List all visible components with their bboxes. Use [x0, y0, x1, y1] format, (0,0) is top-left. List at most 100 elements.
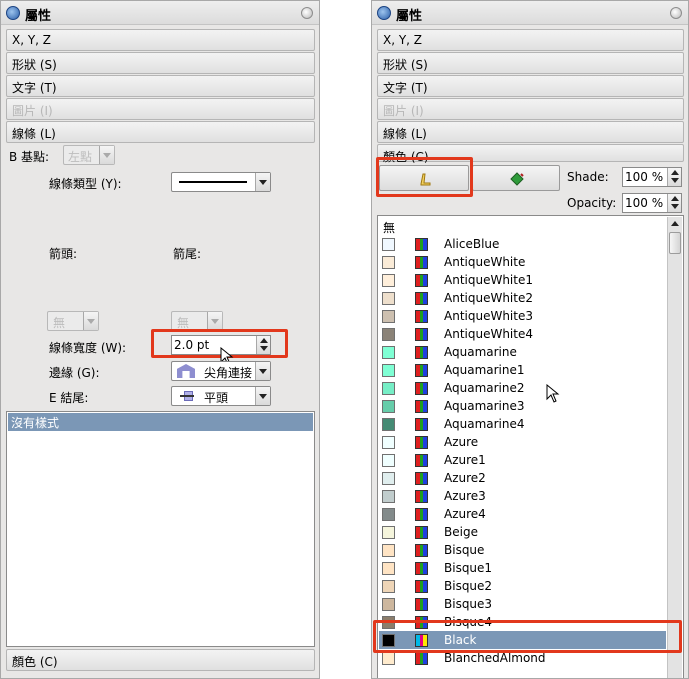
line-color-button[interactable]: [379, 165, 469, 191]
color-swatch: [382, 436, 395, 449]
end-select[interactable]: 平頭: [171, 386, 271, 406]
rgb-model-icon: [415, 328, 428, 341]
pen-icon: [420, 173, 431, 186]
color-swatch: [382, 490, 395, 503]
color-swatch: [382, 616, 395, 629]
arrow-end-select: 無: [171, 311, 223, 331]
color-list-item[interactable]: Azure: [379, 433, 666, 451]
color-swatch: [382, 238, 395, 251]
color-swatch: [382, 580, 395, 593]
color-list-item[interactable]: Aquamarine4: [379, 415, 666, 433]
properties-panel-color: 屬性 X, Y, Z 形狀 (S) 文字 (T) 圖片 (I) 線條 (L) 顏…: [371, 0, 689, 679]
rgb-model-icon: [415, 508, 428, 521]
color-list-item[interactable]: Azure3: [379, 487, 666, 505]
section-text-button[interactable]: 文字 (T): [377, 75, 684, 97]
panel-title: 屬性: [25, 9, 52, 24]
color-name: Beige: [444, 525, 478, 539]
app-logo-icon: [377, 6, 391, 20]
color-list-item[interactable]: Bisque3: [379, 595, 666, 613]
color-list-item[interactable]: Azure2: [379, 469, 666, 487]
section-xyz-button[interactable]: X, Y, Z: [377, 29, 684, 51]
close-icon[interactable]: [301, 7, 313, 19]
section-text-button[interactable]: 文字 (T): [6, 75, 315, 97]
color-swatch: [382, 256, 395, 269]
color-name: Bisque2: [444, 579, 493, 593]
section-shape-button[interactable]: 形狀 (S): [377, 52, 684, 74]
color-none-item[interactable]: 無: [383, 219, 395, 236]
color-list[interactable]: 無 AliceBlue AntiqueWhite AntiqueWhite1 Anti…: [377, 215, 684, 678]
color-name: AliceBlue: [444, 237, 500, 251]
rgb-model-icon: [415, 256, 428, 269]
color-swatch: [382, 562, 395, 575]
color-swatch: [382, 454, 395, 467]
color-list-item[interactable]: Aquamarine: [379, 343, 666, 361]
section-color-button[interactable]: 顏色 (C): [6, 649, 315, 671]
color-list-item[interactable]: AntiqueWhite: [379, 253, 666, 271]
color-swatch: [382, 382, 395, 395]
color-list-item[interactable]: Bisque: [379, 541, 666, 559]
fill-color-button[interactable]: [472, 165, 560, 191]
rgb-model-icon: [415, 382, 428, 395]
color-name: Azure2: [444, 471, 486, 485]
section-color-button[interactable]: 顏色 (C): [377, 144, 684, 164]
rgb-model-icon: [415, 346, 428, 359]
rgb-model-icon: [415, 436, 428, 449]
color-list-item[interactable]: Bisque1: [379, 559, 666, 577]
color-list-item[interactable]: Azure4: [379, 505, 666, 523]
properties-panel-line: 屬性 X, Y, Z 形狀 (S) 文字 (T) 圖片 (I) 線條 (L) B…: [0, 0, 320, 679]
section-line-button[interactable]: 線條 (L): [377, 121, 684, 143]
spin-arrows-icon[interactable]: [256, 336, 270, 354]
close-icon[interactable]: [670, 7, 682, 19]
color-name: Aquamarine1: [444, 363, 525, 377]
section-shape-button[interactable]: 形狀 (S): [6, 52, 315, 74]
color-list-scrollbar[interactable]: [667, 217, 682, 678]
color-name: AntiqueWhite3: [444, 309, 533, 323]
color-name: Bisque3: [444, 597, 493, 611]
edge-select[interactable]: 尖角連接: [171, 361, 271, 381]
color-list-item[interactable]: AliceBlue: [379, 235, 666, 253]
color-list-item[interactable]: AntiqueWhite2: [379, 289, 666, 307]
edge-label: 邊緣 (G):: [49, 366, 100, 380]
color-list-item[interactable]: Black: [379, 631, 666, 649]
color-name: Aquamarine: [444, 345, 517, 359]
spin-arrows-icon[interactable]: [667, 168, 681, 186]
color-name: Azure4: [444, 507, 486, 521]
color-swatch: [382, 292, 395, 305]
color-name: Bisque4: [444, 615, 493, 629]
scroll-up-icon[interactable]: [668, 217, 682, 231]
rgb-model-icon: [415, 652, 428, 665]
line-type-select[interactable]: [171, 172, 271, 192]
shade-spinbox[interactable]: 100 %: [622, 167, 682, 187]
color-name: AntiqueWhite1: [444, 273, 533, 287]
list-item[interactable]: 沒有樣式: [8, 413, 313, 431]
spin-arrows-icon[interactable]: [667, 194, 681, 212]
color-list-item[interactable]: Aquamarine2: [379, 379, 666, 397]
color-list-item[interactable]: Bisque4: [379, 613, 666, 631]
opacity-spinbox[interactable]: 100 %: [622, 193, 682, 213]
scroll-thumb[interactable]: [669, 232, 681, 254]
panel-title: 屬性: [396, 9, 423, 24]
color-list-item[interactable]: BlanchedAlmond: [379, 649, 666, 667]
opacity-label: Opacity:: [567, 196, 617, 210]
chevron-down-icon: [255, 173, 270, 191]
section-xyz-button[interactable]: X, Y, Z: [6, 29, 315, 51]
color-list-item[interactable]: AntiqueWhite4: [379, 325, 666, 343]
color-list-item[interactable]: Beige: [379, 523, 666, 541]
color-list-item[interactable]: Bisque2: [379, 577, 666, 595]
color-list-item[interactable]: AntiqueWhite1: [379, 271, 666, 289]
section-line-button[interactable]: 線條 (L): [6, 121, 315, 143]
color-swatch: [382, 274, 395, 287]
rgb-model-icon: [415, 310, 428, 323]
solid-line-preview: [179, 181, 247, 183]
color-list-item[interactable]: Aquamarine1: [379, 361, 666, 379]
color-swatch: [382, 418, 395, 431]
color-list-item[interactable]: AntiqueWhite3: [379, 307, 666, 325]
color-list-item[interactable]: Aquamarine3: [379, 397, 666, 415]
line-style-list[interactable]: 沒有樣式: [6, 411, 315, 647]
color-list-item[interactable]: Azure1: [379, 451, 666, 469]
color-swatch: [382, 472, 395, 485]
rgb-model-icon: [415, 598, 428, 611]
color-name: Azure1: [444, 453, 486, 467]
color-swatch: [382, 346, 395, 359]
end-label: E 結尾:: [49, 391, 89, 405]
